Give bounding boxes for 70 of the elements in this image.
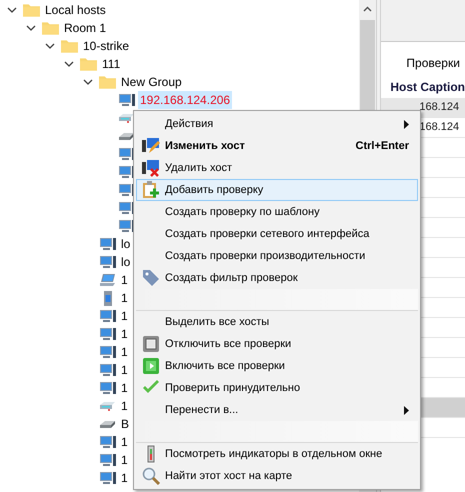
folder-icon xyxy=(99,75,116,89)
router-icon xyxy=(100,402,115,410)
computer-icon xyxy=(100,364,116,376)
stop-icon xyxy=(142,335,160,353)
menu-item-label: Создать фильтр проверок xyxy=(165,270,299,286)
network-device-icon xyxy=(100,420,115,428)
menu-item[interactable]: Изменить хост Ctrl+Enter xyxy=(136,135,418,157)
computer-icon xyxy=(100,472,116,484)
scroll-up-icon[interactable] xyxy=(363,6,372,12)
folder-icon xyxy=(80,57,97,71)
menu-item-label: Создать проверку по шаблону xyxy=(165,204,321,220)
play-icon xyxy=(142,357,160,375)
computer-icon xyxy=(100,346,116,358)
network-device-icon xyxy=(119,132,134,140)
menu-item[interactable]: Добавить проверку xyxy=(136,179,418,201)
menu-item[interactable]: Отключить все проверки xyxy=(136,333,418,355)
column-header[interactable]: Host Caption xyxy=(390,78,465,96)
collapse-chevron-icon[interactable] xyxy=(64,61,74,67)
computer-icon xyxy=(100,454,116,466)
menu-item-label: Включить все проверки xyxy=(165,358,286,374)
menu-item-label: Проверить принудительно xyxy=(165,380,302,396)
menu-item-label: Добавить проверку xyxy=(165,182,264,198)
menu-item-label: Найти этот хост на карте xyxy=(165,468,294,484)
computer-icon xyxy=(100,310,116,322)
menu-item[interactable]: Создать проверки сетевого интерфейса xyxy=(136,223,418,245)
collapse-chevron-icon[interactable] xyxy=(26,25,36,31)
host-label[interactable]: 192.168.124.206 xyxy=(138,91,232,109)
computer-icon xyxy=(100,382,116,394)
add-check-icon xyxy=(142,181,160,199)
menu-item-label: Удалить хост xyxy=(165,160,234,176)
collapse-chevron-icon[interactable] xyxy=(83,79,93,85)
menu-item[interactable]: Перенести в... xyxy=(136,399,418,421)
menu-item-label: Создать проверки производительности xyxy=(165,248,366,264)
collapse-chevron-icon[interactable] xyxy=(45,43,55,49)
magnifier-icon xyxy=(142,467,160,485)
menu-item[interactable]: Создать проверку по шаблону xyxy=(136,201,418,223)
folder-icon xyxy=(61,39,78,53)
menu-item[interactable]: Выделить все хосты xyxy=(136,311,418,333)
menu-item[interactable]: Посмотреть индикаторы в отдельном окне xyxy=(136,443,418,465)
computer-icon xyxy=(100,436,116,448)
server-tower-icon xyxy=(104,290,112,306)
menu-item-label: Посмотреть индикаторы в отдельном окне xyxy=(165,446,384,462)
edit-computer-icon xyxy=(142,137,160,155)
router-icon xyxy=(119,114,134,122)
shortcut-label: Ctrl+Enter xyxy=(356,138,409,154)
delete-computer-icon xyxy=(142,159,160,177)
menu-item[interactable]: Найти этот хост на карте xyxy=(136,465,418,487)
menu-item[interactable]: Создать проверки производительности xyxy=(136,245,418,267)
menu-item-label: Действия xyxy=(165,116,214,132)
laptop-icon xyxy=(100,274,115,286)
menu-item-label: Выделить все хосты xyxy=(165,314,270,330)
table-cell-text: 168.124 xyxy=(419,120,460,136)
menu-item-label: Изменить хост xyxy=(165,138,246,154)
menu-item-label: Отключить все проверки xyxy=(165,336,292,352)
computer-icon xyxy=(100,256,116,268)
computer-icon xyxy=(118,94,134,106)
computer-icon xyxy=(100,328,116,340)
menu-item-label: Создать проверки сетевого интерфейса xyxy=(165,226,370,242)
menu-item[interactable]: Включить все проверки xyxy=(136,355,418,377)
table-cell-text: 168.124 xyxy=(419,100,460,116)
menu-item-label: Перенести в... xyxy=(165,402,240,418)
folder-icon xyxy=(42,21,59,35)
collapse-chevron-icon[interactable] xyxy=(7,7,17,13)
menu-item[interactable]: Удалить хост xyxy=(136,157,418,179)
menu-item[interactable]: Создать фильтр проверок xyxy=(136,267,418,289)
folder-icon xyxy=(23,3,40,17)
menu-item[interactable]: Проверить принудительно xyxy=(136,377,418,399)
computer-icon xyxy=(100,238,116,250)
checks-tab[interactable]: Проверки xyxy=(406,54,460,72)
tag-icon xyxy=(142,269,160,287)
